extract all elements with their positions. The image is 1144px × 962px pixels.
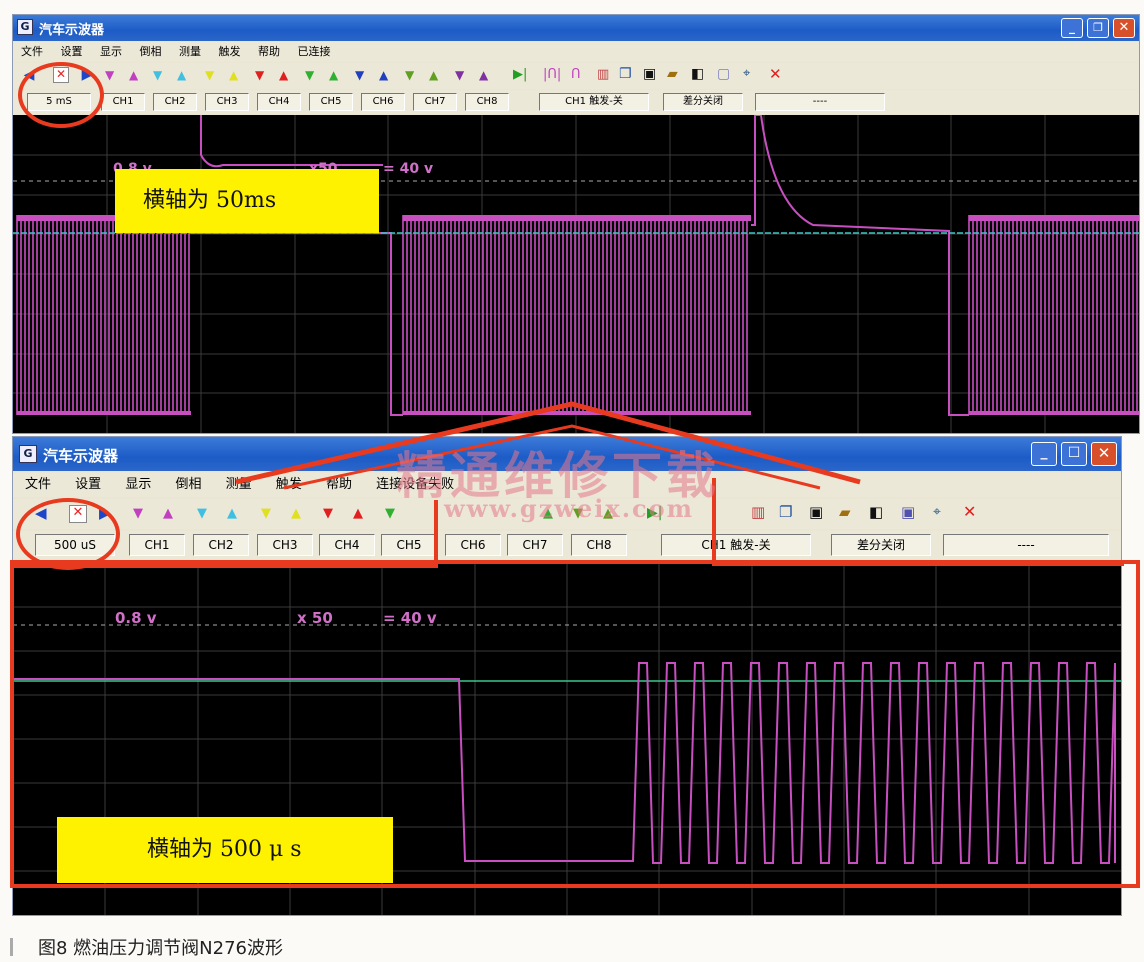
maximize-button[interactable]: ❐ — [1087, 18, 1109, 38]
app-icon: G — [19, 445, 37, 463]
menu-connection[interactable]: 已连接 — [298, 42, 331, 62]
menu-settings[interactable]: 设置 — [61, 42, 83, 62]
cursor-icon[interactable]: |Ո| — [543, 68, 561, 81]
pwm-burst-top — [403, 215, 751, 221]
menu-measure[interactable]: 测量 — [226, 473, 252, 497]
ch6-up-icon[interactable]: ▲ — [379, 69, 388, 81]
toolbar-right-highlight — [712, 478, 1124, 566]
status-field: ---- — [755, 93, 885, 111]
pwm-burst — [16, 215, 190, 415]
signal-spike — [200, 115, 383, 168]
ch4-up-icon[interactable]: ▲ — [279, 69, 288, 81]
menu-bar: 文件 设置 显示 倒相 测量 触发 帮助 已连接 — [13, 42, 1139, 62]
ch7-button[interactable]: CH7 — [413, 93, 457, 111]
window-title: 汽车示波器 — [39, 23, 105, 38]
ch8-down-icon[interactable]: ▼ — [455, 69, 464, 81]
ch7-down-icon[interactable]: ▼ — [405, 69, 414, 81]
figure-caption: 图8 燃油压力调节阀N276波形 — [38, 938, 283, 959]
ch8-up-icon[interactable]: ▲ — [479, 69, 488, 81]
window-title: 汽车示波器 — [43, 447, 119, 465]
pwm-burst-bottom — [403, 411, 751, 415]
scope-area-highlight — [10, 560, 1140, 888]
minimize-button[interactable]: _ — [1061, 18, 1083, 38]
window-icon[interactable]: ❐ — [619, 67, 632, 81]
ch3-up-icon[interactable]: ▲ — [229, 69, 238, 81]
range-readout: = 40 v — [383, 161, 434, 177]
toolbar-left-highlight — [14, 500, 438, 568]
ch1-button[interactable]: CH1 — [101, 93, 145, 111]
print-icon[interactable]: ▢ — [717, 67, 730, 81]
ch6-button[interactable]: CH6 — [361, 93, 405, 111]
channel-row: 5 mS CH1 CH2 CH3 CH4 CH5 CH6 CH7 CH8 CH1… — [13, 90, 1139, 114]
menu-settings[interactable]: 设置 — [75, 473, 101, 497]
pwm-burst-bottom — [17, 411, 191, 415]
menu-measure[interactable]: 测量 — [179, 42, 201, 62]
trigger-field[interactable]: CH1 触发-关 — [539, 93, 649, 111]
app-icon: G — [17, 19, 33, 35]
oscilloscope-window-top: G 汽车示波器 _ ❐ ✕ 文件 设置 显示 倒相 测量 触发 帮助 已连接 ◀… — [12, 14, 1140, 434]
pwm-burst-top — [969, 215, 1139, 221]
menu-invert[interactable]: 倒相 — [175, 473, 201, 497]
menu-invert[interactable]: 倒相 — [140, 42, 162, 62]
diff-field[interactable]: 差分关闭 — [663, 93, 743, 111]
menu-help[interactable]: 帮助 — [326, 473, 352, 497]
ch1-up-icon[interactable]: ▲ — [129, 69, 138, 81]
minimize-button[interactable]: _ — [1031, 442, 1057, 466]
signal-spike — [751, 115, 969, 416]
ch5-down-icon[interactable]: ▼ — [305, 69, 314, 81]
ch2-down-icon[interactable]: ▼ — [153, 69, 162, 81]
ch2-up-icon[interactable]: ▲ — [177, 69, 186, 81]
ch8-button[interactable]: CH8 — [571, 534, 627, 556]
menu-file[interactable]: 文件 — [25, 473, 51, 497]
pwm-burst — [968, 215, 1138, 415]
toolbar: ◀ ✕ ▶ ▼ ▲ ▼ ▲ ▼ ▲ ▼ ▲ ▼ ▲ ▼ ▲ ▼ ▲ ▼ ▲ ▶|… — [13, 63, 1139, 89]
timebase-highlight-top — [18, 62, 104, 128]
open-folder-icon[interactable]: ▰ — [667, 67, 678, 81]
caption-marker — [10, 938, 13, 956]
play-icon[interactable]: ▶| — [513, 68, 527, 81]
menu-file[interactable]: 文件 — [21, 42, 43, 62]
contrast-icon[interactable]: ◧ — [691, 67, 704, 81]
ch4-down-icon[interactable]: ▼ — [255, 69, 264, 81]
title-bar: G 汽车示波器 _ ❐ ✕ — [13, 15, 1139, 41]
ch2-button[interactable]: CH2 — [153, 93, 197, 111]
menu-help[interactable]: 帮助 — [258, 42, 280, 62]
cursor-move-icon[interactable]: ⌖ — [743, 67, 750, 80]
ch5-button[interactable]: CH5 — [309, 93, 353, 111]
ch5-up-icon[interactable]: ▲ — [329, 69, 338, 81]
signal-level — [191, 232, 403, 416]
axis-label-top: 横轴为 50ms — [115, 169, 379, 233]
menu-display[interactable]: 显示 — [125, 473, 151, 497]
ch6-down-icon[interactable]: ▼ — [355, 69, 364, 81]
ch7-button[interactable]: CH7 — [507, 534, 563, 556]
close-button[interactable]: ✕ — [1113, 18, 1135, 38]
ch4-button[interactable]: CH4 — [257, 93, 301, 111]
ch1-down-icon[interactable]: ▼ — [105, 69, 114, 81]
ch7-up-icon[interactable]: ▲ — [429, 69, 438, 81]
close-button[interactable]: ✕ — [1091, 442, 1117, 466]
scope-display-top: 0.8 v x50 = 40 v 横轴为 50ms — [13, 115, 1139, 433]
ch3-down-icon[interactable]: ▼ — [205, 69, 214, 81]
delete-icon[interactable]: ✕ — [769, 67, 782, 82]
pwm-burst-bottom — [969, 411, 1139, 415]
measure-icon[interactable]: Ո — [571, 68, 581, 81]
menu-trigger[interactable]: 触发 — [219, 42, 241, 62]
ch6-button[interactable]: CH6 — [445, 534, 501, 556]
maximize-button[interactable]: ☐ — [1061, 442, 1087, 466]
menu-display[interactable]: 显示 — [100, 42, 122, 62]
menu-trigger[interactable]: 触发 — [276, 473, 302, 497]
pwm-burst — [402, 215, 748, 415]
bars-icon[interactable]: ▥ — [597, 68, 609, 81]
scope-trace-top — [13, 115, 1139, 433]
save-icon[interactable]: ▣ — [643, 67, 656, 81]
ch3-button[interactable]: CH3 — [205, 93, 249, 111]
ch8-button[interactable]: CH8 — [465, 93, 509, 111]
watermark-url: www.gzweix.com — [444, 494, 695, 523]
